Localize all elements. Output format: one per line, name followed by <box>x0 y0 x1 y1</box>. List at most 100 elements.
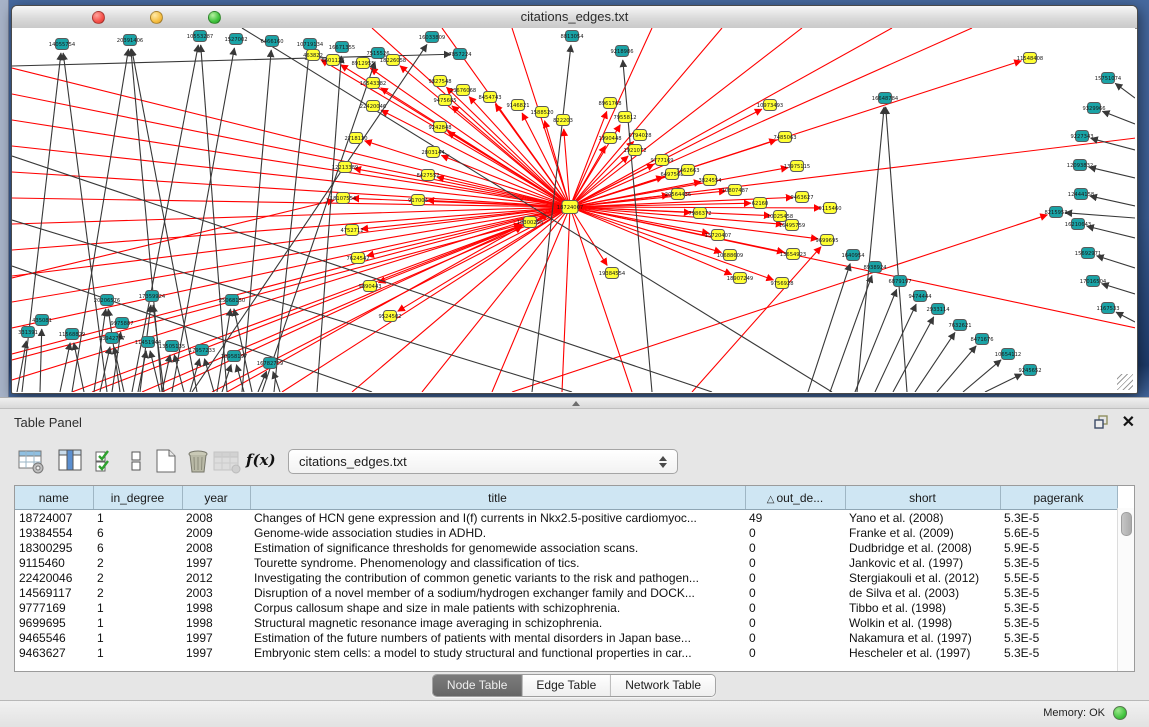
column-header-pagerank[interactable]: pagerank <box>1000 486 1117 510</box>
column-header-short[interactable]: short <box>845 486 1000 510</box>
graph-node[interactable]: 331391 <box>18 327 38 338</box>
graph-node[interactable]: 25068150 <box>219 295 245 306</box>
graph-node[interactable]: 9827548 <box>428 76 451 87</box>
graph-node[interactable]: 822203 <box>553 115 573 126</box>
graph-node[interactable]: 16210643 <box>1065 219 1091 230</box>
graph-node[interactable]: 10688609 <box>717 250 743 261</box>
graph-node[interactable]: 17016504 <box>1080 276 1107 287</box>
graph-node[interactable]: 7632621 <box>948 320 971 331</box>
graph-node[interactable]: 9474444 <box>908 291 932 302</box>
graph-node[interactable]: 10553287 <box>187 31 213 42</box>
graph-node[interactable]: 8471676 <box>970 334 993 345</box>
graph-node[interactable]: 16033809 <box>419 32 445 43</box>
graph-node[interactable]: 7624542 <box>346 253 369 264</box>
network-window-titlebar[interactable]: citations_edges.txt <box>12 6 1137 29</box>
table-row[interactable]: 977716911998Corpus callosum shape and si… <box>15 600 1117 615</box>
graph-node[interactable]: 16648784 <box>872 93 899 104</box>
table-row[interactable]: 2242004622012Investigating the contribut… <box>15 570 1117 585</box>
graph-node[interactable]: 9329966 <box>1082 103 1105 114</box>
graph-node[interactable]: 8961768 <box>598 98 621 109</box>
graph-node[interactable]: 1640954 <box>841 250 865 261</box>
divider-collapse-icon[interactable] <box>572 401 580 406</box>
delete-column-button[interactable] <box>184 447 212 475</box>
graph-node[interactable]: 9218986 <box>610 46 633 57</box>
graph-node[interactable]: 9242848 <box>428 122 451 133</box>
graph-node[interactable]: 1167533 <box>1096 303 1119 314</box>
graph-node[interactable]: 6879197 <box>888 276 911 287</box>
graph-node[interactable]: 9699695 <box>815 235 838 246</box>
table-scrollbar[interactable] <box>1117 508 1134 671</box>
graph-node[interactable]: 9146821 <box>506 100 529 111</box>
column-header-name[interactable]: name <box>15 486 93 510</box>
graph-node[interactable]: 62160 <box>752 198 769 209</box>
graph-node[interactable]: 6466160 <box>260 36 283 47</box>
graph-node[interactable]: 917004 <box>408 195 429 206</box>
table-scrollbar-thumb[interactable] <box>1121 512 1132 536</box>
graph-node[interactable]: 13942757 <box>99 333 125 344</box>
graph-node[interactable]: 22420046 <box>360 101 386 112</box>
graph-node[interactable]: 20564436 <box>665 189 691 200</box>
graph-node[interactable]: 16671355 <box>329 42 355 53</box>
window-resize-grip[interactable] <box>1117 374 1133 390</box>
graph-node[interactable]: 12093832 <box>1067 160 1093 171</box>
tab-edge-table[interactable]: Edge Table <box>521 675 610 696</box>
graph-node[interactable]: 8454743 <box>478 92 501 103</box>
table-row[interactable]: 946554611997Estimation of the future num… <box>15 630 1117 645</box>
graph-node[interactable]: 1990448 <box>598 133 621 144</box>
graph-node[interactable]: 11568829 <box>59 329 85 340</box>
create-column-button[interactable] <box>152 447 180 475</box>
graph-node[interactable]: 7857224 <box>448 49 472 60</box>
graph-node[interactable]: 2803144 <box>421 147 445 158</box>
graph-node[interactable]: 14055754 <box>49 39 76 50</box>
split-divider[interactable] <box>0 397 1149 409</box>
table-options-button[interactable] <box>17 447 45 475</box>
show-columns-button[interactable] <box>56 447 84 475</box>
tab-network-table[interactable]: Network Table <box>610 675 715 696</box>
graph-node[interactable]: 19384554 <box>599 268 626 279</box>
graph-node[interactable]: 3824554 <box>698 175 722 186</box>
graph-node[interactable]: 1588520 <box>530 107 553 118</box>
graph-node[interactable]: 20391406 <box>117 35 143 46</box>
graph-node[interactable]: 8938924 <box>863 262 887 273</box>
table-row[interactable]: 1872400712008Changes of HCN gene express… <box>15 510 1117 526</box>
graph-node[interactable]: 2933114 <box>926 304 950 315</box>
graph-node[interactable]: 7986372 <box>688 208 711 219</box>
table-row[interactable]: 1456911722003Disruption of a novel membe… <box>15 585 1117 600</box>
graph-node[interactable]: 23676068 <box>450 85 476 96</box>
left-panel-edge[interactable] <box>0 0 9 397</box>
graph-node[interactable]: 15692971 <box>1075 248 1101 259</box>
graph-node[interactable]: 8813054 <box>560 31 584 42</box>
memory-ok-indicator[interactable] <box>1113 706 1127 720</box>
table-row[interactable]: 969969511998Structural magnetic resonanc… <box>15 615 1117 630</box>
function-builder-button[interactable]: f(x) <box>246 451 276 469</box>
graph-node[interactable]: 18107554 <box>330 193 357 204</box>
graph-node[interactable]: 6794028 <box>628 130 651 141</box>
graph-node[interactable]: 15720407 <box>705 230 731 241</box>
graph-node[interactable]: 12444158 <box>1068 189 1094 200</box>
table-row[interactable]: 911546021997Tourette syndrome. Phenomeno… <box>15 555 1117 570</box>
graph-node[interactable]: 7955812 <box>613 112 636 123</box>
column-header-out_de[interactable]: △out_de... <box>745 486 845 510</box>
table-row[interactable]: 1830029562008Estimation of significance … <box>15 540 1117 555</box>
column-header-year[interactable]: year <box>182 486 250 510</box>
citation-network-graph[interactable]: 6216033139143508146382282220391700411675… <box>12 28 1135 392</box>
graph-node[interactable]: 13975115 <box>784 161 810 172</box>
graph-node[interactable]: 15751074 <box>1095 73 1122 84</box>
select-columns-button[interactable] <box>92 447 120 475</box>
graph-node[interactable]: 9524502 <box>378 311 401 322</box>
graph-node[interactable]: 17359924 <box>139 291 166 302</box>
graph-node[interactable]: 9975887 <box>110 318 133 329</box>
network-canvas[interactable]: 6216033139143508146382282220391700411675… <box>12 28 1135 392</box>
graph-node[interactable]: 1921072 <box>623 145 646 156</box>
graph-node[interactable]: 2718120 <box>344 133 367 144</box>
graph-node[interactable]: 463822 <box>303 50 323 61</box>
float-window-icon[interactable] <box>1093 414 1109 430</box>
graph-node[interactable]: 9756928 <box>770 278 793 289</box>
graph-node[interactable]: 9890443 <box>358 281 381 292</box>
graph-node[interactable]: 9227343 <box>1070 131 1093 142</box>
graph-node[interactable]: 7485063 <box>773 132 796 143</box>
graph-node[interactable]: 9463627 <box>790 192 813 203</box>
graph-node[interactable]: 8215953 <box>1044 207 1067 218</box>
graph-node[interactable]: 8912955 <box>351 58 374 69</box>
tab-node-table[interactable]: Node Table <box>433 675 522 696</box>
